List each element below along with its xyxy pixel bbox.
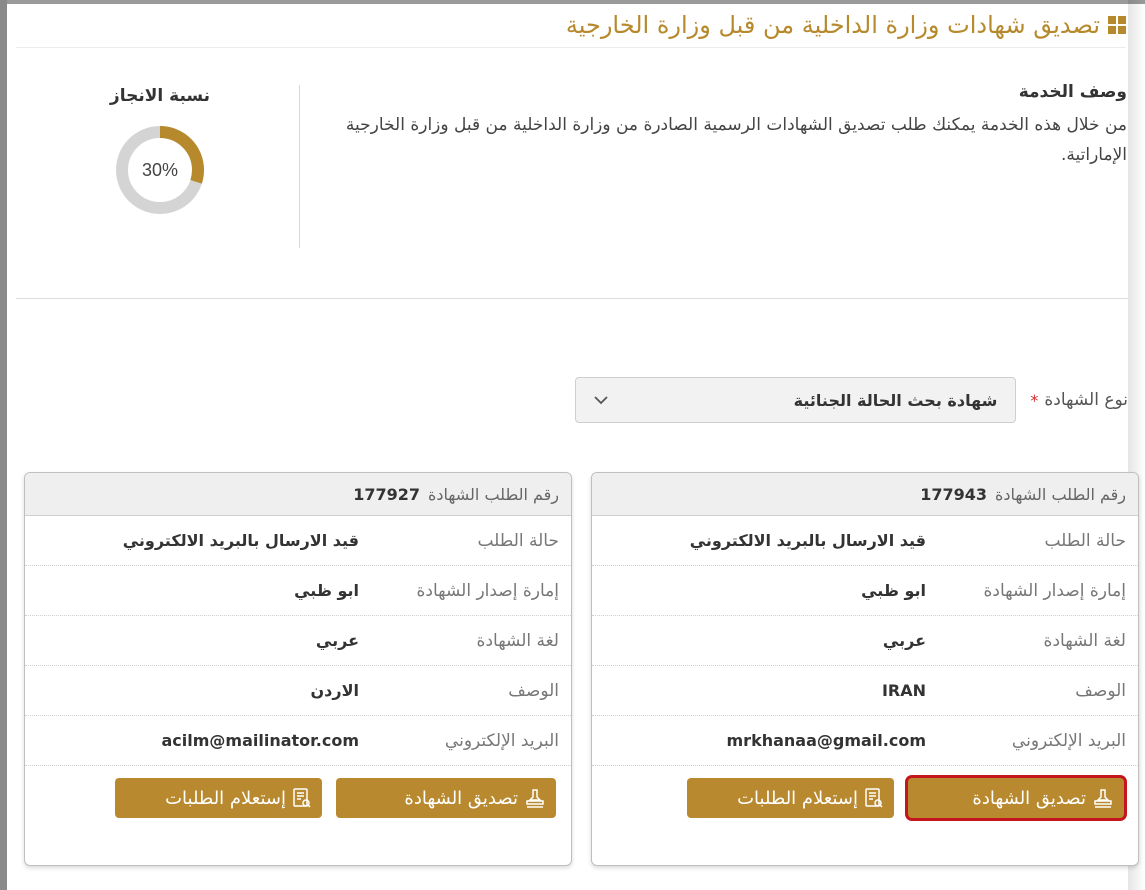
vertical-divider (299, 85, 300, 248)
row-value: قيد الارسال بالبريد الالكتروني (122, 531, 359, 550)
row-label: البريد الإلكتروني (444, 730, 559, 751)
card-actions: تصديق الشهادة إستعلام الطلبات (592, 766, 1138, 818)
requests-inquiry-label: إستعلام الطلبات (737, 787, 858, 809)
certificate-type-label: نوع الشهادة (1044, 390, 1128, 410)
request-number: 177927 (353, 484, 420, 504)
approve-certificate-label: تصديق الشهادة (404, 787, 518, 809)
card-actions: تصديق الشهادة إستعلام الطلبات (25, 766, 571, 818)
request-status-row: حالة الطلب قيد الارسال بالبريد الالكترون… (25, 516, 571, 566)
description-row: الوصف IRAN (592, 666, 1138, 716)
progress-value: 30% (141, 160, 179, 180)
approve-certificate-button[interactable]: تصديق الشهادة (908, 778, 1124, 818)
page-header: تصديق شهادات وزارة الداخلية من قبل وزارة… (16, 8, 1126, 42)
stamp-icon (524, 787, 546, 809)
certificate-type-field: نوع الشهادة * شهادة بحث الحالة الجنائية (528, 376, 1128, 424)
request-card: رقم الطلب الشهادة 177943 حالة الطلب قيد … (591, 472, 1139, 866)
row-label: لغة الشهادة (1043, 630, 1126, 651)
row-label: لغة الشهادة (476, 630, 559, 651)
certificate-language-row: لغة الشهادة عربي (25, 616, 571, 666)
stamp-icon (1092, 787, 1114, 809)
progress-panel: نسبة الانجاز 30% (60, 86, 260, 220)
row-value: الاردن (310, 681, 359, 700)
row-label: الوصف (508, 680, 559, 701)
requests-inquiry-label: إستعلام الطلبات (165, 787, 286, 809)
request-card: رقم الطلب الشهادة 177927 حالة الطلب قيد … (24, 472, 572, 866)
requests-inquiry-button[interactable]: إستعلام الطلبات (115, 778, 322, 818)
row-label: البريد الإلكتروني (1011, 730, 1126, 751)
issuing-emirate-row: إمارة إصدار الشهادة ابو ظبي (25, 566, 571, 616)
certificate-type-value: شهادة بحث الحالة الجنائية (793, 390, 998, 410)
row-label: حالة الطلب (1044, 530, 1126, 551)
required-marker: * (1030, 390, 1039, 410)
row-label: حالة الطلب (477, 530, 559, 551)
request-card-header: رقم الطلب الشهادة 177927 (25, 473, 571, 516)
approve-certificate-label: تصديق الشهادة (972, 787, 1086, 809)
request-number-label: رقم الطلب الشهادة (428, 484, 559, 504)
request-number-label: رقم الطلب الشهادة (995, 484, 1126, 504)
row-value: قيد الارسال بالبريد الالكتروني (689, 531, 926, 550)
description-text: من خلال هذه الخدمة يمكنك طلب تصديق الشها… (345, 115, 1127, 165)
row-value: ابو ظبي (861, 581, 926, 600)
progress-ring: 30% (110, 120, 210, 220)
header-divider (16, 47, 1126, 48)
row-value: acilm@mailinator.com (161, 731, 359, 750)
row-value: ابو ظبي (294, 581, 359, 600)
service-description: وصف الخدمة من خلال هذه الخدمة يمكنك طلب … (315, 80, 1127, 170)
row-label: إمارة إصدار الشهادة (416, 580, 559, 601)
requests-inquiry-button[interactable]: إستعلام الطلبات (687, 778, 894, 818)
window-frame-top (0, 0, 1145, 4)
description-heading: وصف الخدمة (1018, 82, 1127, 102)
description-row: الوصف الاردن (25, 666, 571, 716)
row-value: IRAN (881, 681, 926, 700)
row-value: عربي (315, 631, 359, 650)
progress-label: نسبة الانجاز (109, 86, 211, 106)
certificate-language-row: لغة الشهادة عربي (592, 616, 1138, 666)
issuing-emirate-row: إمارة إصدار الشهادة ابو ظبي (592, 566, 1138, 616)
window-frame-left (0, 0, 7, 890)
row-label: الوصف (1075, 680, 1126, 701)
request-number: 177943 (920, 484, 987, 504)
request-card-header: رقم الطلب الشهادة 177943 (592, 473, 1138, 516)
row-value: عربي (882, 631, 926, 650)
document-search-icon (292, 787, 312, 809)
approve-certificate-button[interactable]: تصديق الشهادة (336, 778, 556, 818)
document-search-icon (864, 787, 884, 809)
section-divider (16, 298, 1128, 299)
request-status-row: حالة الطلب قيد الارسال بالبريد الالكترون… (592, 516, 1138, 566)
chevron-down-icon (594, 395, 609, 405)
email-row: البريد الإلكتروني mrkhanaa@gmail.com (592, 716, 1138, 766)
grid-icon (1108, 16, 1126, 34)
row-label: إمارة إصدار الشهادة (983, 580, 1126, 601)
certificate-type-select[interactable]: شهادة بحث الحالة الجنائية (575, 377, 1017, 423)
page-title: تصديق شهادات وزارة الداخلية من قبل وزارة… (565, 11, 1100, 39)
email-row: البريد الإلكتروني acilm@mailinator.com (25, 716, 571, 766)
row-value: mrkhanaa@gmail.com (726, 731, 927, 750)
